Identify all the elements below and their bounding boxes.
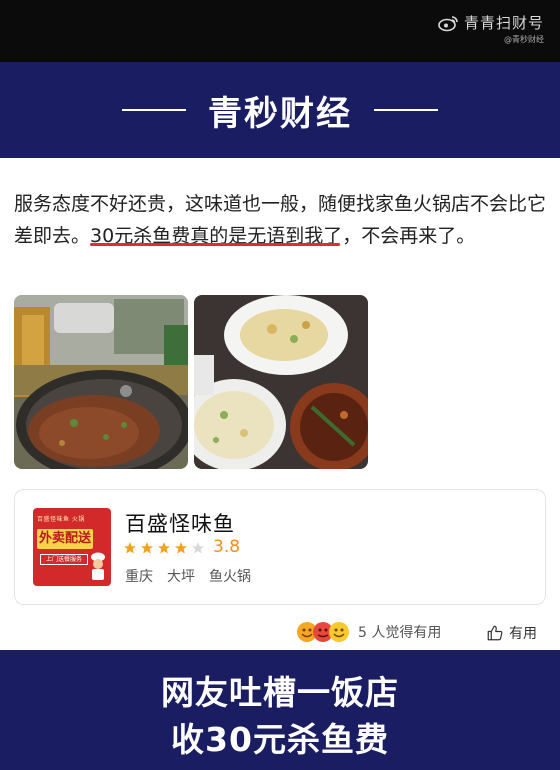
tag-district: 大坪 <box>167 569 195 585</box>
caption-line-1: 网友吐槽一饭店 <box>161 673 399 712</box>
star-rating <box>123 541 205 555</box>
watermark-text: 青青扫财号 <box>463 14 544 32</box>
tag-city: 重庆 <box>125 569 153 585</box>
brand-name: 青秒财经 <box>208 93 352 134</box>
helpful-button-label: 有用 <box>509 626 537 642</box>
brand-divider-left <box>122 109 186 111</box>
shop-tags: 重庆 大坪 鱼火锅 <box>125 566 251 586</box>
review-text: 服务态度不好还贵，这味道也一般，随便找家鱼火锅店不会比它差即去。30元杀鱼费真的… <box>14 188 546 252</box>
highlight-underline <box>90 243 341 246</box>
shop-name[interactable]: 百盛怪味鱼 <box>125 508 235 538</box>
helpful-reactions: 5 人觉得有用 <box>296 621 441 643</box>
star-empty-icon <box>192 542 204 554</box>
logo-sub-text: 上门送餐服务 <box>40 554 88 565</box>
star-icon <box>124 542 136 554</box>
review-content: 服务态度不好还贵，这味道也一般，随便找家鱼火锅店不会比它差即去。30元杀鱼费真的… <box>0 158 560 650</box>
helpful-button[interactable]: 有用 <box>486 623 537 643</box>
fish-hotpot-image <box>14 295 188 469</box>
reaction-emoji-icons <box>297 622 349 642</box>
review-text-part2: ，不会再来了。 <box>342 225 476 247</box>
star-icon <box>158 542 170 554</box>
tag-category: 鱼火锅 <box>209 569 251 585</box>
watermark-handle: @青秒财经 <box>504 35 544 44</box>
weibo-icon <box>438 15 458 31</box>
star-icon <box>175 542 187 554</box>
brand-divider-right <box>374 109 438 111</box>
helpful-count: 5 人觉得有用 <box>358 625 442 641</box>
logo-top-text: 百盛怪味鱼 火锅 <box>37 516 85 523</box>
thumbs-up-icon <box>487 625 503 641</box>
watermark: 青青扫财号 @青秒财经 <box>438 12 544 45</box>
shop-logo: 百盛怪味鱼 火锅 外卖配送 上门送餐服务 <box>33 508 111 586</box>
caption-line-2: 收30元杀鱼费 <box>171 720 389 759</box>
logo-main-text: 外卖配送 <box>37 529 93 549</box>
rating-score: 3.8 <box>213 537 241 557</box>
shop-card[interactable]: 百盛怪味鱼 火锅 外卖配送 上门送餐服务 百盛怪味鱼 3.8 重庆 大坪 鱼火锅 <box>14 489 546 605</box>
chef-icon <box>91 552 105 580</box>
fried-rice-image <box>194 295 368 469</box>
fish-hotpot-photo[interactable] <box>14 295 188 469</box>
top-bar: 青青扫财号 @青秒财经 <box>0 0 560 62</box>
star-icon <box>141 542 153 554</box>
brand-header: 青秒财经 <box>0 62 560 158</box>
caption-bar: 网友吐槽一饭店 收30元杀鱼费 <box>0 650 560 770</box>
fried-rice-and-dishes-photo[interactable] <box>194 295 368 469</box>
review-highlight: 30元杀鱼费真的是无语到我了 <box>90 225 342 247</box>
